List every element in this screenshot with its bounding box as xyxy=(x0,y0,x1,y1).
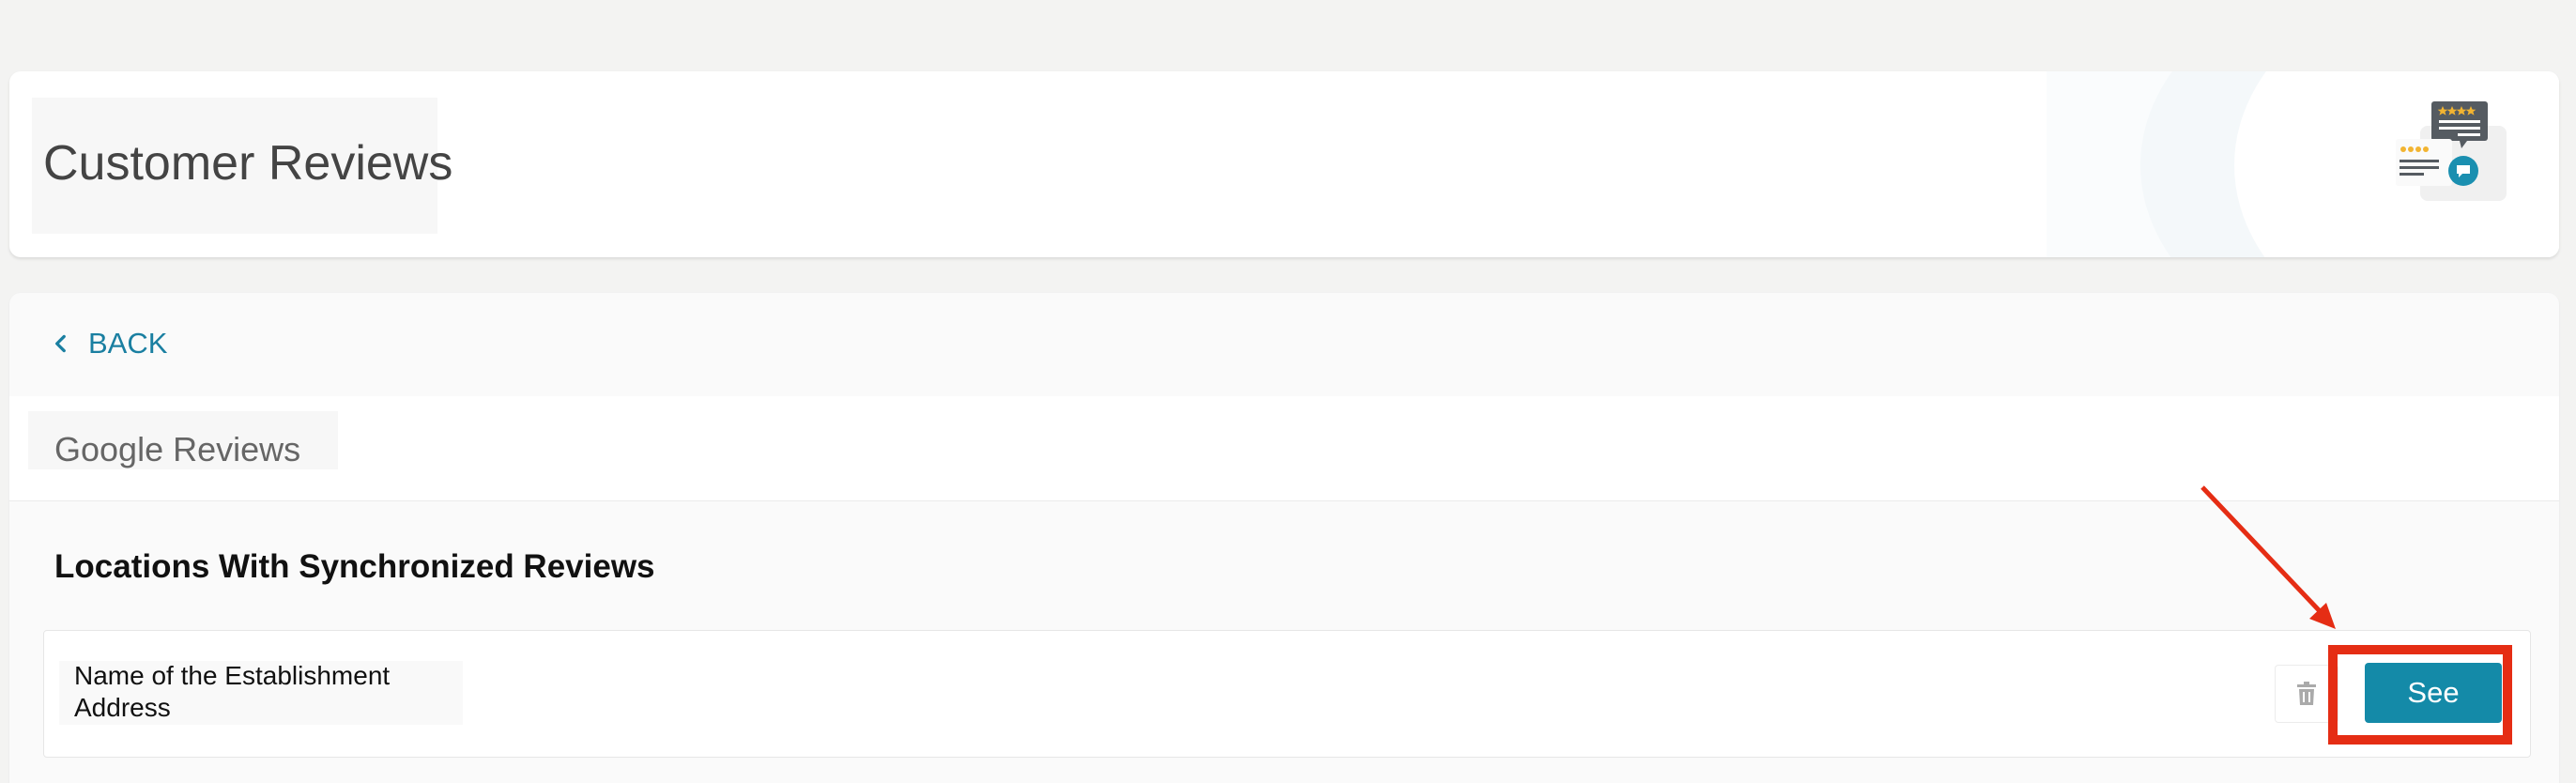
reviews-illustration-icon xyxy=(2396,101,2507,201)
location-address: Address xyxy=(74,693,171,722)
location-name: Name of the Establishment xyxy=(74,661,391,690)
chevron-left-icon xyxy=(55,334,66,353)
location-row: Name of the Establishment Address See xyxy=(43,630,2531,758)
tab-google-reviews-label: Google Reviews xyxy=(54,430,301,468)
section-title: Locations With Synchronized Reviews xyxy=(54,548,655,585)
page-header: Customer Reviews xyxy=(9,71,2559,257)
main-panel: BACK Google Reviews Locations With Synch… xyxy=(9,293,2559,783)
back-link[interactable]: BACK xyxy=(49,327,167,361)
page-title: Customer Reviews xyxy=(43,136,453,191)
page: Customer Reviews BACK Google Reviews Loc… xyxy=(0,0,2576,783)
trash-icon xyxy=(2297,682,2316,705)
back-link-label: BACK xyxy=(88,327,168,360)
tab-bar: Google Reviews xyxy=(9,396,2559,501)
annotation-highlight-box xyxy=(2328,645,2512,745)
